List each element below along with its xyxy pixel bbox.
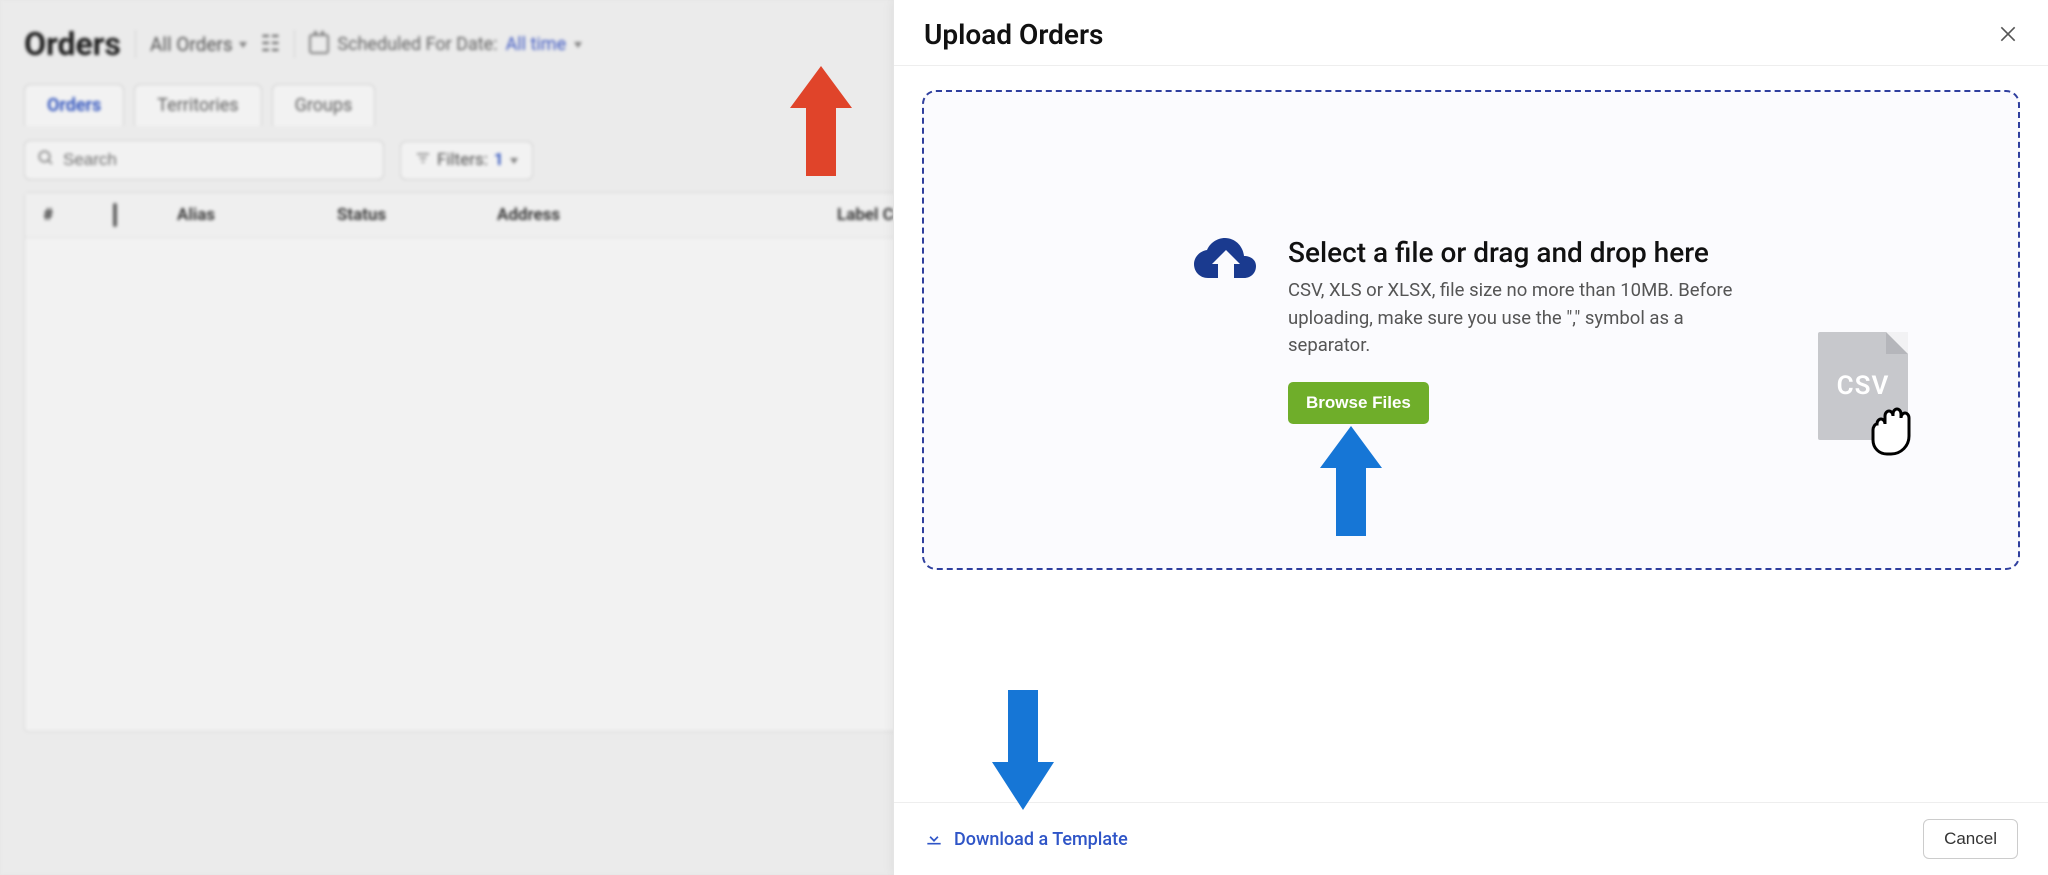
filters-count: 1 bbox=[494, 150, 504, 170]
modal-footer: Download a Template Cancel bbox=[894, 802, 2048, 875]
annotation-arrow-browse bbox=[1320, 426, 1382, 540]
tab-territories[interactable]: Territories bbox=[134, 84, 261, 126]
divider bbox=[294, 30, 295, 58]
dropzone-title: Select a file or drag and drop here bbox=[1288, 236, 1768, 269]
columns-icon[interactable]: ☷ bbox=[261, 32, 281, 57]
col-status[interactable]: Status bbox=[337, 205, 457, 225]
col-number: # bbox=[43, 205, 73, 225]
search-icon bbox=[37, 149, 55, 171]
scheduled-value: All time bbox=[506, 34, 567, 55]
select-all-checkbox[interactable] bbox=[113, 205, 137, 225]
checkbox-icon bbox=[113, 203, 117, 227]
file-dropzone[interactable]: Select a file or drag and drop here CSV,… bbox=[922, 90, 2020, 570]
col-alias[interactable]: Alias bbox=[177, 205, 297, 225]
chevron-down-icon bbox=[510, 158, 518, 164]
modal-body: Select a file or drag and drop here CSV,… bbox=[894, 66, 2048, 802]
tab-groups[interactable]: Groups bbox=[272, 84, 376, 126]
modal-header: Upload Orders bbox=[894, 0, 2048, 66]
all-orders-label: All Orders bbox=[150, 33, 233, 56]
csv-illustration: CSV bbox=[1818, 332, 1908, 440]
cancel-button[interactable]: Cancel bbox=[1923, 819, 2018, 859]
filters-button[interactable]: Filters: 1 bbox=[400, 141, 533, 180]
chevron-down-icon bbox=[239, 42, 247, 48]
dropzone-hint: CSV, XLS or XLSX, file size no more than… bbox=[1288, 277, 1768, 360]
page-title: Orders bbox=[24, 25, 121, 63]
scheduled-date-filter[interactable]: Scheduled For Date: All time bbox=[309, 34, 582, 55]
download-icon bbox=[924, 827, 944, 852]
chevron-down-icon bbox=[574, 42, 582, 48]
filter-icon bbox=[415, 150, 431, 171]
close-button[interactable] bbox=[1998, 21, 2018, 49]
upload-orders-modal: Upload Orders Select a file or drag and … bbox=[893, 0, 2048, 875]
tab-orders[interactable]: Orders bbox=[24, 84, 124, 126]
browse-files-button[interactable]: Browse Files bbox=[1288, 382, 1429, 424]
filters-label: Filters: bbox=[437, 150, 488, 170]
divider bbox=[135, 30, 136, 58]
download-template-link[interactable]: Download a Template bbox=[924, 827, 1128, 852]
modal-title: Upload Orders bbox=[924, 18, 1103, 51]
scheduled-label: Scheduled For Date: bbox=[337, 34, 497, 55]
search-box[interactable] bbox=[24, 140, 384, 180]
annotation-arrow-template bbox=[992, 690, 1054, 814]
grab-hand-icon bbox=[1859, 394, 1923, 462]
all-orders-dropdown[interactable]: All Orders bbox=[150, 33, 247, 56]
calendar-icon bbox=[309, 34, 329, 54]
download-template-label: Download a Template bbox=[954, 829, 1128, 850]
col-address[interactable]: Address bbox=[497, 205, 797, 225]
cloud-upload-icon bbox=[1194, 236, 1258, 290]
search-input[interactable] bbox=[63, 150, 371, 170]
annotation-arrow-upload bbox=[790, 66, 852, 180]
